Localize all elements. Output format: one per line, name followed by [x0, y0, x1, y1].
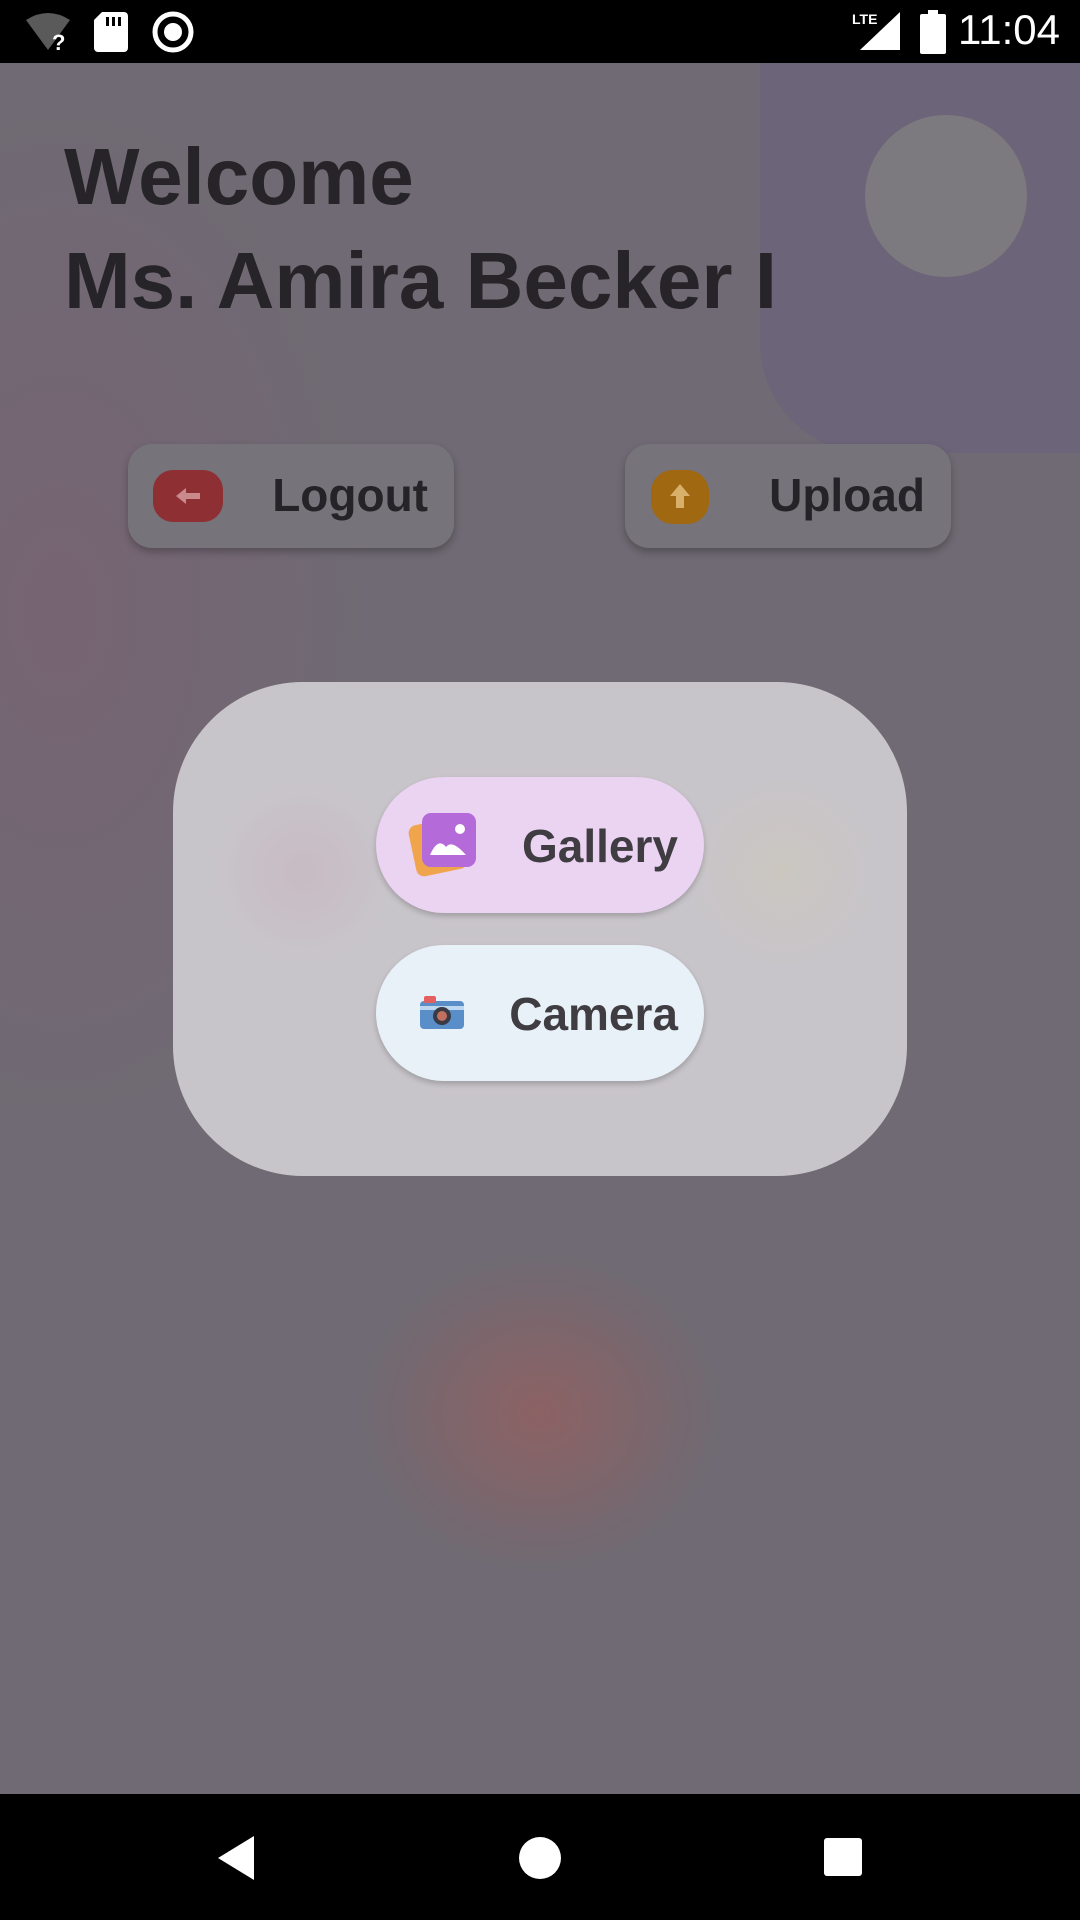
camera-button[interactable]: Camera — [376, 945, 704, 1081]
gallery-label: Gallery — [522, 820, 678, 872]
camera-icon — [420, 996, 464, 1029]
lte-signal-icon: LTE — [852, 11, 900, 50]
dialog-tint — [213, 782, 393, 962]
avatar[interactable] — [865, 115, 1027, 277]
image-source-dialog: Gallery Camera — [173, 682, 907, 1176]
upload-arrow-icon — [651, 470, 709, 524]
gallery-icon — [408, 813, 476, 877]
back-icon[interactable] — [214, 1834, 258, 1882]
welcome-line: Welcome — [64, 132, 414, 221]
record-icon — [152, 11, 194, 53]
dialog-tint — [683, 772, 883, 972]
navigation-bar — [0, 1794, 1080, 1920]
svg-text:?: ? — [52, 30, 65, 52]
recents-icon[interactable] — [823, 1837, 863, 1877]
upload-label: Upload — [769, 469, 925, 521]
svg-text:LTE: LTE — [852, 11, 877, 27]
logout-arrow-icon — [153, 470, 223, 522]
logout-label: Logout — [272, 469, 428, 521]
camera-label: Camera — [509, 988, 678, 1040]
app-content: Welcome Ms. Amira Becker I Logout Upload — [0, 63, 1080, 1794]
welcome-heading: Welcome Ms. Amira Becker I — [64, 125, 777, 333]
upload-button[interactable]: Upload — [625, 444, 951, 548]
sd-card-icon — [94, 12, 128, 52]
wifi-unknown-icon: ? — [26, 13, 70, 52]
status-clock: 11:04 — [958, 6, 1060, 53]
status-bar: ? LTE 11:04 — [0, 0, 1080, 63]
logout-button[interactable]: Logout — [128, 444, 454, 548]
battery-icon — [920, 10, 946, 54]
home-icon[interactable] — [518, 1836, 562, 1880]
gallery-button[interactable]: Gallery — [376, 777, 704, 913]
user-name: Ms. Amira Becker I — [64, 236, 777, 325]
